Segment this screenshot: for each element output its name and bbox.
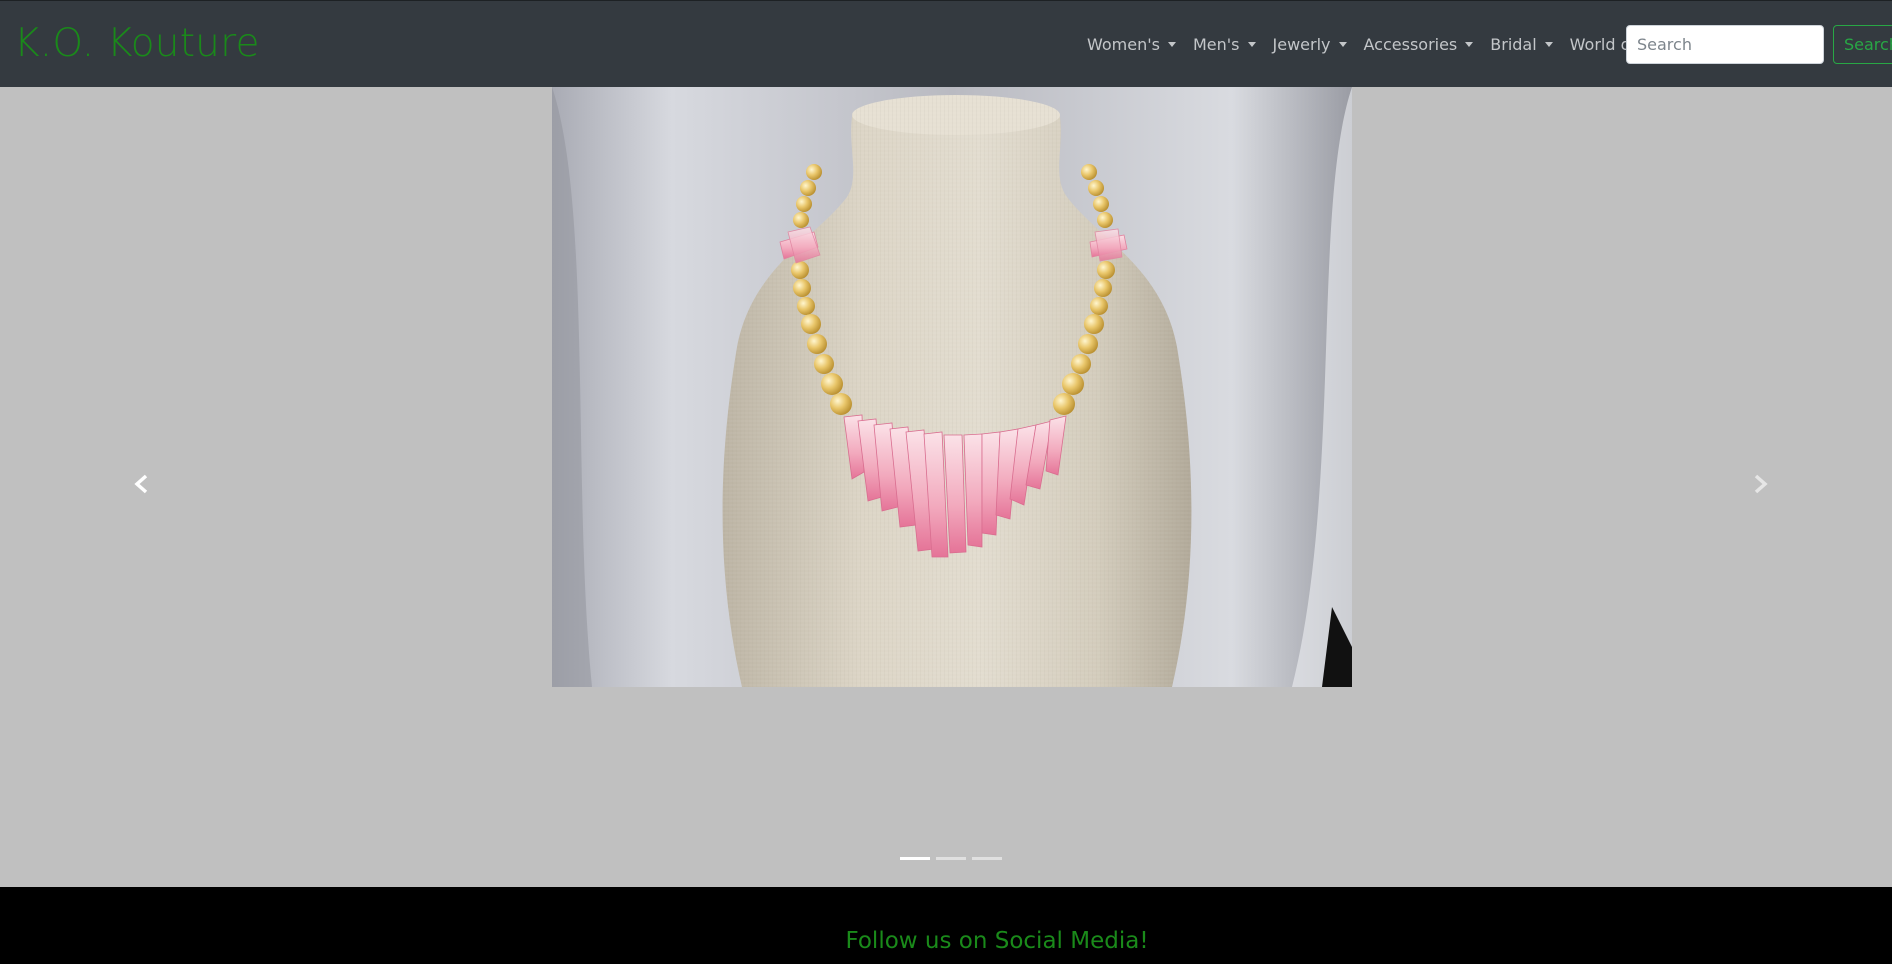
- footer-title: Follow us on Social Media!: [845, 928, 1149, 954]
- carousel-indicators: [900, 857, 1008, 860]
- caret-down-icon: [1338, 42, 1347, 47]
- navbar: K.O. Kouture Women's Men's Jewerly Acces…: [0, 0, 1892, 87]
- caret-down-icon: [1544, 42, 1553, 47]
- carousel-indicator[interactable]: [972, 857, 1002, 860]
- carousel-next-control[interactable]: [1749, 472, 1773, 496]
- footer: Follow us on Social Media!: [0, 887, 1892, 964]
- nav-item-accessories[interactable]: Accessories: [1364, 35, 1474, 54]
- caret-down-icon: [1247, 42, 1256, 47]
- search-button[interactable]: Search: [1833, 25, 1892, 64]
- nav-item-label: Jewerly: [1272, 35, 1331, 54]
- caret-down-icon: [1465, 42, 1474, 47]
- chevron-right-icon: [1754, 474, 1768, 494]
- carousel-indicator[interactable]: [900, 857, 930, 860]
- brand-logo-text[interactable]: K.O. Kouture: [14, 21, 260, 66]
- search-input[interactable]: [1626, 25, 1824, 64]
- image-carousel: [0, 87, 1892, 887]
- nav-item-label: Men's: [1192, 35, 1240, 54]
- nav-item-bridal[interactable]: Bridal: [1490, 35, 1553, 54]
- nav-item-womens[interactable]: Women's: [1087, 35, 1176, 54]
- nav-item-label: Women's: [1087, 35, 1160, 54]
- carousel-indicator[interactable]: [936, 857, 966, 860]
- nav-menu: Women's Men's Jewerly Accessories Bridal…: [1087, 35, 1669, 54]
- nav-item-label: Accessories: [1363, 35, 1458, 54]
- necklace-photo: [552, 87, 1352, 687]
- carousel-slide-image: [552, 87, 1352, 687]
- nav-item-mens[interactable]: Men's: [1193, 35, 1256, 54]
- chevron-left-icon: [134, 474, 148, 494]
- nav-item-label: Bridal: [1490, 35, 1537, 54]
- nav-item-jewelry[interactable]: Jewerly: [1273, 35, 1347, 54]
- caret-down-icon: [1167, 42, 1176, 47]
- carousel-prev-control[interactable]: [129, 472, 153, 496]
